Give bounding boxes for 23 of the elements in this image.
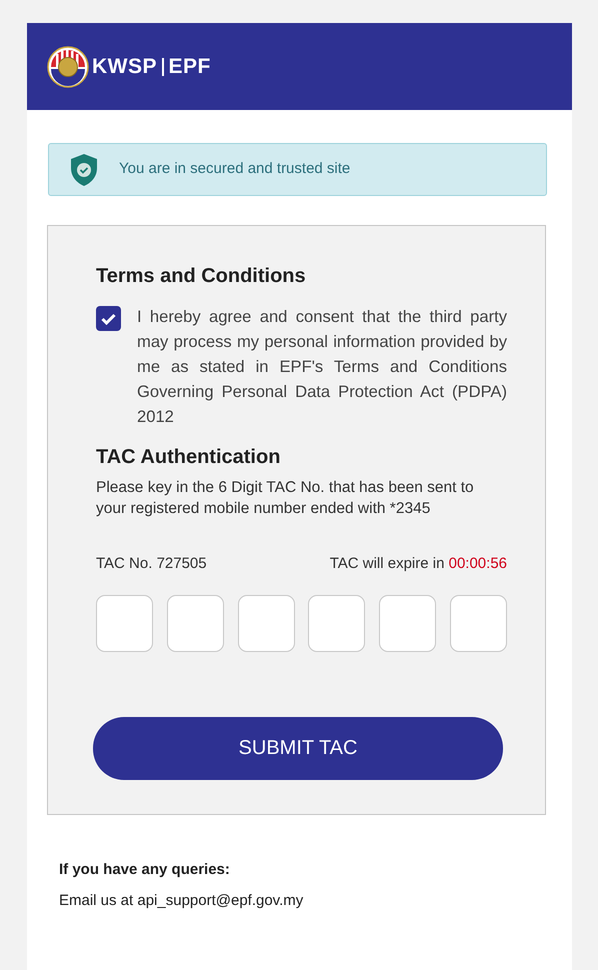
section-title: TAC Authentication xyxy=(96,445,282,469)
digit-field[interactable] xyxy=(238,594,295,652)
digit-field[interactable] xyxy=(450,594,507,652)
shield-icon xyxy=(69,152,99,186)
security-message: You are in secured and trusted site xyxy=(119,159,350,180)
emblem-icon xyxy=(47,46,89,88)
consent-text: I hereby agree and consent that the third party may process my personal information provided by me as stated in EPF's Terms and Conditions Governing Personal Data Protection Act (PDPA) 2012 xyxy=(137,306,507,428)
section-title: Terms and Conditions xyxy=(96,264,307,288)
submit-button[interactable]: SUBMIT TAC xyxy=(93,716,503,780)
instruction-text: Please key in the 6 Digit TAC No. that has been sent to your registered mobile number ended with *2345 xyxy=(96,478,475,519)
queries-heading: If you have any queries: xyxy=(59,860,231,880)
logo-text: KWSP xyxy=(92,54,157,80)
logo-text: EPF xyxy=(168,54,211,80)
contact-email-text: Email us at api_support@epf.gov.my xyxy=(59,890,304,910)
countdown-timer: 00:00:56 xyxy=(448,555,507,572)
consent-checkbox[interactable] xyxy=(96,306,121,331)
digit-field[interactable] xyxy=(379,594,436,652)
check-icon xyxy=(101,312,116,324)
tac-number: TAC No. 727505 xyxy=(96,554,207,574)
digit-field[interactable] xyxy=(166,594,224,652)
digit-field[interactable] xyxy=(96,594,153,652)
digit-field[interactable] xyxy=(308,594,366,652)
expiry-label: TAC will expire in xyxy=(330,555,444,572)
